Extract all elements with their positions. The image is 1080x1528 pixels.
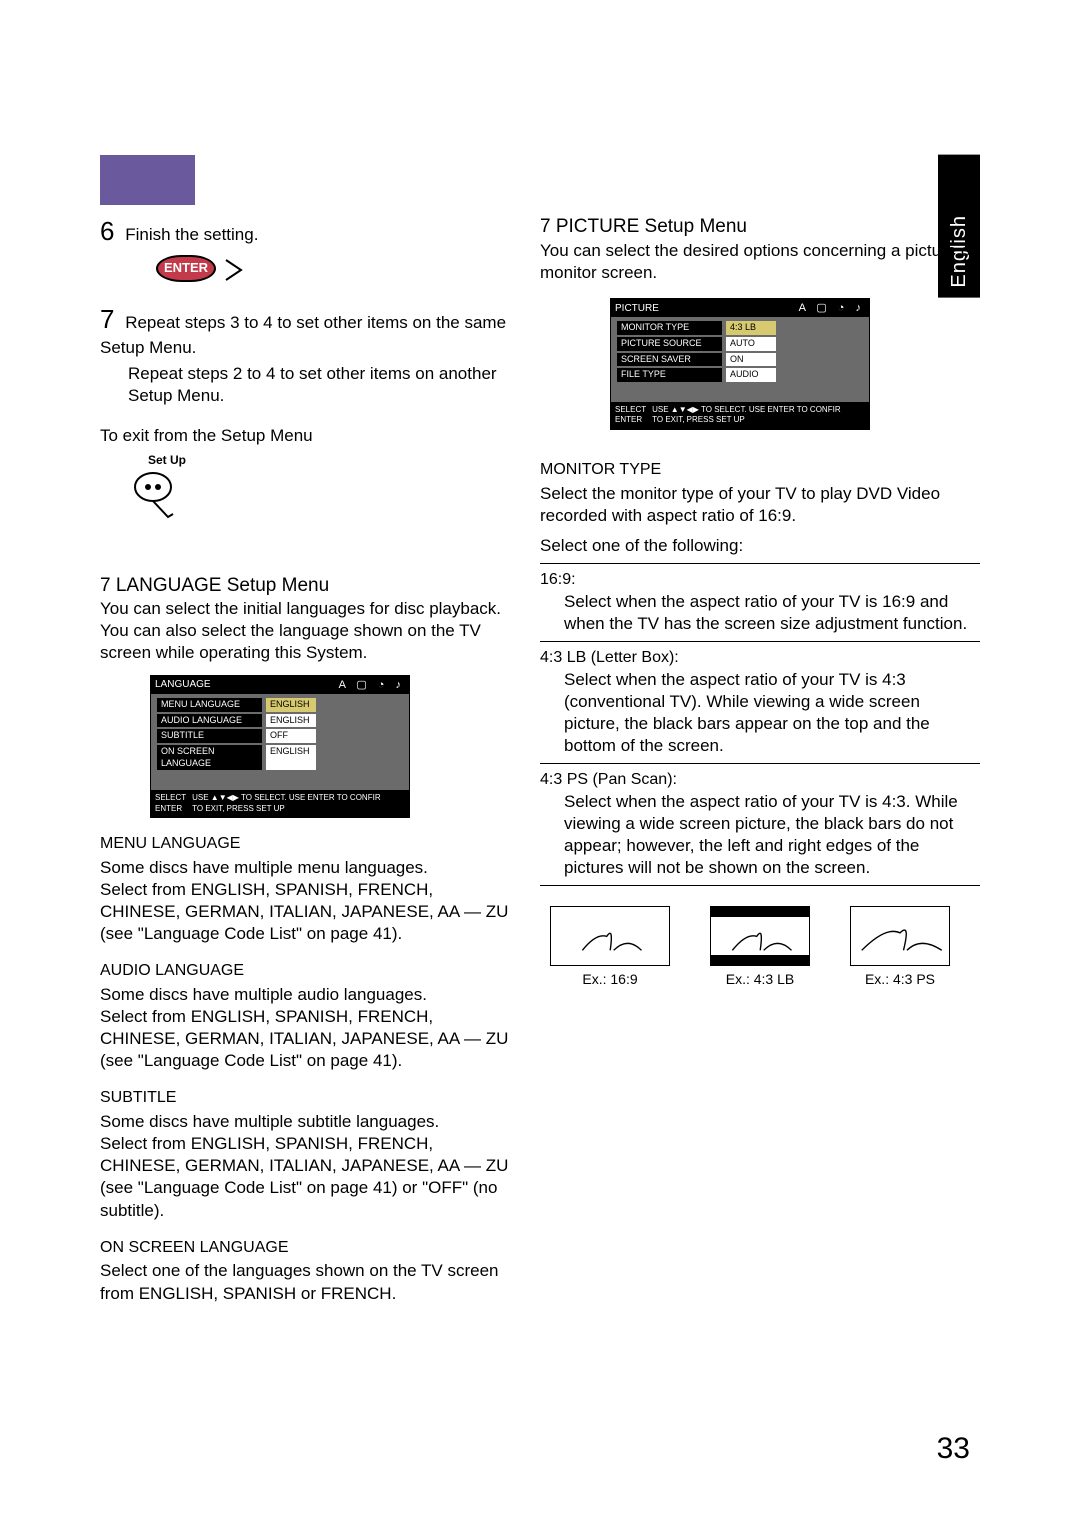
step6-text: Finish the setting. <box>125 225 258 244</box>
monitor-type-heading: MONITOR TYPE <box>540 460 980 481</box>
osd-heading: ON SCREEN LANGUAGE <box>100 1238 510 1259</box>
setup-label: Set Up <box>148 453 510 469</box>
mt-169-head: 16:9: <box>540 570 980 591</box>
ex-169-label: Ex.: 16:9 <box>550 970 670 988</box>
ex-169-icon <box>550 906 670 966</box>
lang-heading-mark: 7 <box>100 575 111 596</box>
lang-heading: LANGUAGE Setup Menu <box>116 575 329 596</box>
monitor-type-intro: Select the monitor type of your TV to pl… <box>540 483 980 527</box>
pic-menu-title: PICTURE <box>615 302 659 315</box>
picture-setup-heading: 7 PICTURE Setup Menu <box>540 215 980 240</box>
language-setup-heading: 7 LANGUAGE Setup Menu <box>100 574 510 599</box>
subtitle-heading: SUBTITLE <box>100 1088 510 1109</box>
step-7: 7 Repeat steps 3 to 4 to set other items… <box>100 303 510 407</box>
mt-43lb-body: Select when the aspect ratio of your TV … <box>564 669 980 757</box>
step7-text-a: Repeat steps 3 to 4 to set other items o… <box>100 313 506 357</box>
mt-43ps-body: Select when the aspect ratio of your TV … <box>564 791 980 879</box>
page-content: 6 Finish the setting. ENTER 7 Repeat ste… <box>100 215 980 1305</box>
pic-hint-left: SELECT ENTER <box>615 405 646 426</box>
ex-43lb-label: Ex.: 4:3 LB <box>710 970 810 988</box>
picture-setup-intro: You can select the desired options conce… <box>540 240 980 284</box>
menu-language-body: Some discs have multiple menu languages.… <box>100 857 510 945</box>
step7-text-b: Repeat steps 2 to 4 to set other items o… <box>128 363 510 407</box>
ex-43ps-label: Ex.: 4:3 PS <box>850 970 950 988</box>
pic-menu-body: MONITOR TYPE4:3 LB PICTURE SOURCEAUTO SC… <box>611 317 869 402</box>
exit-heading: To exit from the Setup Menu <box>100 425 510 447</box>
lang-hint-left: SELECT ENTER <box>155 793 186 814</box>
lang-menu-body: MENU LANGUAGEENGLISH AUDIO LANGUAGEENGLI… <box>151 694 409 790</box>
osd-body: Select one of the languages shown on the… <box>100 1260 510 1304</box>
step6-number: 6 <box>100 215 114 249</box>
audio-language-heading: AUDIO LANGUAGE <box>100 961 510 982</box>
pic-hint-right: USE ▲▼◀▶ TO SELECT. USE ENTER TO CONFIR … <box>652 405 840 426</box>
pic-heading: PICTURE Setup Menu <box>556 216 747 237</box>
enter-icon: ENTER <box>156 255 216 282</box>
lang-menu-title: LANGUAGE <box>155 678 211 691</box>
page-number: 33 <box>937 1429 970 1468</box>
menu-tab-icons: A ▢ ◔ ♪ <box>339 678 405 692</box>
mt-43lb-head: 4:3 LB (Letter Box): <box>540 648 980 669</box>
language-setup-intro: You can select the initial languages for… <box>100 598 510 664</box>
mt-169-body: Select when the aspect ratio of your TV … <box>564 591 980 635</box>
step-6: 6 Finish the setting. <box>100 215 510 249</box>
mt-43ps-head: 4:3 PS (Pan Scan): <box>540 770 980 791</box>
menu-language-heading: MENU LANGUAGE <box>100 834 510 855</box>
setup-button-graphic: Set Up <box>128 453 510 524</box>
example-thumbnails: Ex.: 16:9 Ex.: 4:3 LB Ex.: 4:3 PS <box>550 906 980 988</box>
enter-button-graphic: ENTER <box>128 255 510 285</box>
ex-43ps-icon <box>850 906 950 966</box>
header-purple-block <box>100 155 195 205</box>
step7-number: 7 <box>100 303 114 337</box>
ex-43lb-icon <box>710 906 810 966</box>
monitor-type-select: Select one of the following: <box>540 535 980 557</box>
picture-menu-screenshot: PICTURE A ▢ ◔ ♪ MONITOR TYPE4:3 LB PICTU… <box>610 298 870 430</box>
language-menu-screenshot: LANGUAGE A ▢ ◔ ♪ MENU LANGUAGEENGLISH AU… <box>150 675 410 819</box>
subtitle-body: Some discs have multiple subtitle langua… <box>100 1111 510 1221</box>
audio-language-body: Some discs have multiple audio languages… <box>100 984 510 1072</box>
pic-heading-mark: 7 <box>540 216 551 237</box>
lang-hint-right: USE ▲▼◀▶ TO SELECT. USE ENTER TO CONFIR … <box>192 793 380 814</box>
menu-tab-icons2: A ▢ ◔ ♪ <box>799 301 865 315</box>
